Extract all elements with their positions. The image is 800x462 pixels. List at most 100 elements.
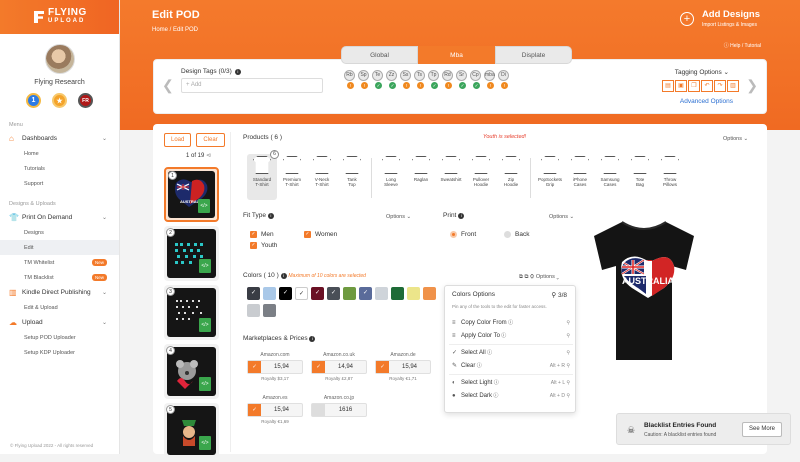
- marketplace-icon[interactable]: Sr ✓: [456, 70, 467, 89]
- color-swatch[interactable]: [375, 287, 388, 300]
- color-swatch[interactable]: ✓: [359, 287, 372, 300]
- color-swatch[interactable]: [423, 287, 436, 300]
- product-option[interactable]: Throw Pillows: [655, 154, 685, 200]
- checkbox-checked[interactable]: ✓: [248, 404, 261, 416]
- marketplace-icon[interactable]: Ts!: [414, 70, 425, 89]
- product-option[interactable]: Pullover Hoodie: [466, 154, 496, 200]
- redo-icon[interactable]: ↷: [714, 80, 726, 92]
- marketplace-icon[interactable]: Cp ✓: [470, 70, 481, 89]
- product-option[interactable]: Raglan: [406, 154, 436, 200]
- sidebar-item-kdp[interactable]: ▥ Kindle Direct Publishing ⌄: [0, 285, 119, 300]
- color-swatch[interactable]: ✓: [279, 287, 292, 300]
- undo-icon[interactable]: ↶: [701, 80, 713, 92]
- color-option-item[interactable]: ◐ Select Light ⓘ Alt + L ⚲: [452, 377, 570, 389]
- info-icon[interactable]: i: [234, 69, 241, 75]
- avatar[interactable]: [44, 44, 75, 74]
- checkbox-checked[interactable]: ✓: [376, 361, 389, 373]
- prev-arrow-icon[interactable]: ❮: [162, 77, 174, 94]
- marketplace-icon[interactable]: Sp!: [358, 70, 369, 89]
- tags-input[interactable]: + Add: [181, 78, 323, 93]
- sidebar-sub-tm-blacklist[interactable]: TM Blacklist New: [0, 270, 119, 285]
- info-icon[interactable]: ⓘ: [500, 333, 506, 339]
- fit-women[interactable]: ✓ Women: [304, 231, 337, 238]
- tagging-options[interactable]: Tagging Options ⌄: [675, 68, 729, 76]
- color-swatch[interactable]: [343, 287, 356, 300]
- marketplace-icon[interactable]: Te ✓: [372, 70, 383, 89]
- radio-selected[interactable]: [450, 231, 457, 238]
- sidebar-sub-designs[interactable]: Designs: [0, 225, 119, 240]
- next-arrow-icon[interactable]: ❯: [746, 77, 758, 94]
- marketplace-icon[interactable]: Zz ✓: [386, 70, 397, 89]
- pin-icon[interactable]: ⚲: [566, 350, 570, 356]
- product-option[interactable]: Sweatshirt: [436, 154, 466, 200]
- marketplace-icon[interactable]: Rb!: [344, 70, 355, 89]
- color-option-item[interactable]: ✓ Select All ⓘ ⚲: [452, 347, 570, 359]
- colors-options[interactable]: ⧉ ⧉ ⚙ Options ⌄: [519, 274, 559, 281]
- sidebar-sub-home[interactable]: Home: [0, 146, 119, 161]
- save-icon[interactable]: ▤: [662, 80, 674, 92]
- design-thumb[interactable]: 2 </>: [164, 226, 219, 281]
- sidebar-sub-edit-upload[interactable]: Edit & Upload: [0, 300, 119, 315]
- product-option[interactable]: Long Sleeve: [376, 154, 406, 200]
- tab-mba[interactable]: Mba: [418, 46, 495, 64]
- price-input[interactable]: 1616: [325, 404, 366, 416]
- info-icon[interactable]: i: [267, 213, 274, 219]
- add-designs-button[interactable]: + Add Designs Import Listings & Images: [679, 9, 760, 28]
- price-input[interactable]: 15,94: [261, 404, 302, 416]
- info-icon[interactable]: ⓘ: [492, 393, 498, 399]
- print-back[interactable]: Back: [504, 231, 529, 238]
- sidebar-sub-support[interactable]: Support: [0, 176, 119, 191]
- pin-icon[interactable]: ⚲: [565, 380, 570, 386]
- checkbox-checked[interactable]: ✓: [250, 231, 257, 238]
- sidebar-sub-tutorials[interactable]: Tutorials: [0, 161, 119, 176]
- products-options[interactable]: Options ⌄: [723, 136, 748, 142]
- checkbox-unchecked[interactable]: [312, 404, 325, 416]
- marketplace-icon[interactable]: Rd!: [442, 70, 453, 89]
- color-swatch[interactable]: ✓: [327, 287, 340, 300]
- marketplace-icon[interactable]: Ss!: [400, 70, 411, 89]
- color-swatch[interactable]: ✓: [247, 287, 260, 300]
- pin-icon[interactable]: ⚲: [565, 363, 570, 369]
- info-icon[interactable]: i: [280, 273, 287, 279]
- product-option[interactable]: Samsung Cases: [595, 154, 625, 200]
- product-option[interactable]: iPhone Cases: [565, 154, 595, 200]
- sidebar-item-pod[interactable]: 👕 Print On Demand ⌄: [0, 210, 119, 225]
- checkbox-checked[interactable]: ✓: [250, 242, 257, 249]
- color-option-item[interactable]: ≡ Copy Color From ⓘ ⚲: [452, 317, 570, 329]
- product-option[interactable]: Tank Top: [337, 154, 367, 200]
- color-swatch[interactable]: ✓: [311, 287, 324, 300]
- sidebar-sub-tm-whitelist[interactable]: TM Whitelist New: [0, 255, 119, 270]
- color-swatch[interactable]: [391, 287, 404, 300]
- color-swatch[interactable]: [263, 304, 276, 317]
- checkbox-checked[interactable]: ✓: [312, 361, 325, 373]
- info-icon[interactable]: ⓘ: [475, 363, 482, 369]
- color-swatch[interactable]: [263, 287, 276, 300]
- product-option[interactable]: Zip Hoodie: [496, 154, 526, 200]
- color-option-item[interactable]: ≡ Apply Color To ⓘ ⚲: [452, 330, 570, 342]
- marketplace-icon[interactable]: Tp ✓: [428, 70, 439, 89]
- info-icon[interactable]: ⓘ: [507, 320, 513, 326]
- design-thumb[interactable]: 5 </>: [164, 403, 219, 458]
- color-swatch[interactable]: [247, 304, 260, 317]
- radio-unselected[interactable]: [504, 231, 511, 238]
- product-option[interactable]: Premium T-Shirt: [277, 154, 307, 200]
- product-option[interactable]: PopSockets Grip: [535, 154, 565, 200]
- sidebar-sub-setup-kdp[interactable]: Setup KDP Uploader: [0, 345, 119, 360]
- print-options[interactable]: Options ⌄: [549, 214, 574, 220]
- load-button[interactable]: Load: [164, 133, 192, 147]
- marketplace-icon[interactable]: Di!: [498, 70, 509, 89]
- product-option[interactable]: Tote Bag: [625, 154, 655, 200]
- breadcrumb[interactable]: Home / Edit POD: [152, 27, 198, 33]
- paste-icon[interactable]: ▣: [675, 80, 687, 92]
- tab-global[interactable]: Global: [341, 46, 418, 64]
- product-option[interactable]: V-Neck T-Shirt: [307, 154, 337, 200]
- info-icon[interactable]: ⓘ: [486, 350, 492, 356]
- sidebar-item-upload[interactable]: ☁ Upload ⌄: [0, 315, 119, 330]
- info-icon[interactable]: i: [309, 336, 316, 342]
- fit-youth[interactable]: ✓ Youth: [250, 242, 277, 249]
- brand-logo[interactable]: FLYING UPLOAD: [0, 0, 119, 34]
- clipboard-icon[interactable]: ▥: [727, 80, 739, 92]
- advanced-options-link[interactable]: Advanced Options: [680, 98, 733, 105]
- tab-displate[interactable]: Displate: [495, 46, 572, 64]
- see-more-button[interactable]: See More: [742, 422, 782, 437]
